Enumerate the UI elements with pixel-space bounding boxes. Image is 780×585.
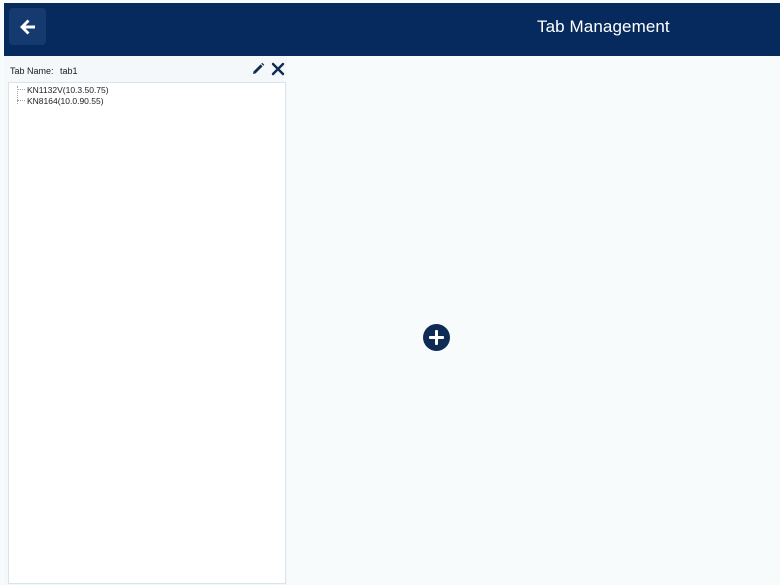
tab-name-label: Tab Name: [10,66,54,76]
device-tree: KN1132V(10.3.50.75) KN8164(10.0.90.55) [8,82,286,584]
close-icon [271,62,285,76]
back-button[interactable] [9,8,46,45]
page-title: Tab Management [537,17,670,36]
tree-item-device[interactable]: KN8164(10.0.90.55) [17,95,104,106]
arrow-left-icon [19,19,35,34]
add-button[interactable] [423,324,450,351]
tree-branch [17,99,25,102]
tree-item-device[interactable]: KN1132V(10.3.50.75) [17,84,109,95]
tab-name-value: tab1 [60,66,78,76]
delete-tab-button[interactable] [271,62,285,76]
device-label: KN8164(10.0.90.55) [27,95,104,106]
header-bar: Tab Management [4,3,780,56]
device-label: KN1132V(10.3.50.75) [27,84,109,95]
tab-panel: Tab Name: tab1 KN1132V(10.3.50.75) KN816… [4,56,287,585]
edit-tab-button[interactable] [251,62,265,76]
tree-branch [17,88,25,91]
pencil-icon [253,62,265,74]
tab-name-row: Tab Name: tab1 [10,66,78,76]
